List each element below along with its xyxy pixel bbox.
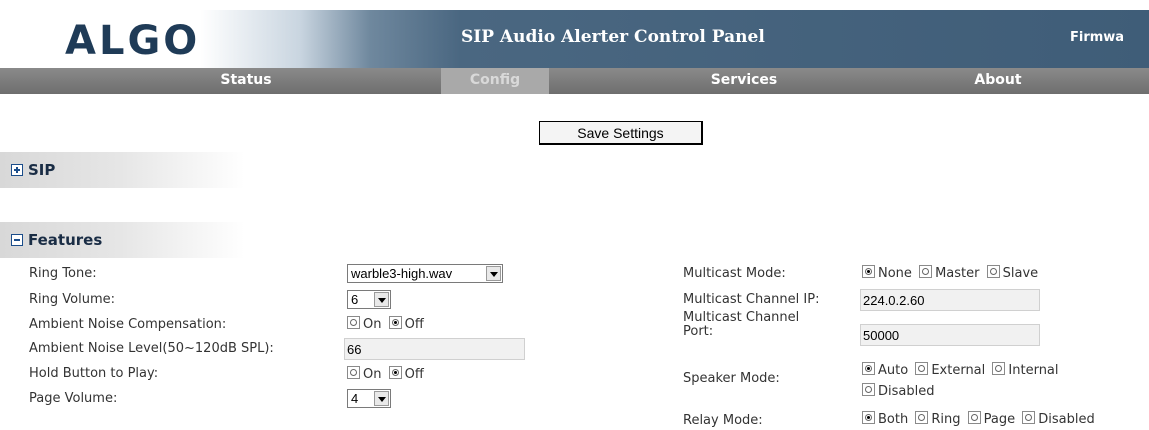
clipped-top-text bbox=[0, 0, 1149, 9]
mc-ip-input[interactable]: 224.0.2.60 bbox=[860, 289, 1040, 311]
rl-ring-label: Ring bbox=[931, 412, 961, 427]
sp-internal-radio[interactable]: Internal bbox=[992, 360, 1059, 381]
tab-about[interactable]: About bbox=[948, 68, 1048, 94]
page-volume-select[interactable]: 4 bbox=[347, 389, 391, 408]
chevron-down-icon[interactable] bbox=[486, 266, 501, 281]
relay-mode-label: Relay Mode: bbox=[683, 413, 763, 428]
algo-logo: ALGO bbox=[65, 18, 201, 64]
chevron-down-icon[interactable] bbox=[374, 391, 389, 406]
mm-slave-radio[interactable]: Slave bbox=[986, 265, 1039, 281]
sp-internal-label: Internal bbox=[1008, 363, 1059, 378]
mc-port-label-line1: Multicast Channel bbox=[683, 310, 800, 325]
hold-on-radio[interactable]: On bbox=[347, 366, 381, 382]
page-volume-value: 4 bbox=[351, 391, 359, 406]
speaker-mode-radio-group: Auto External Internal Disabled bbox=[862, 360, 1059, 402]
rl-both-radio[interactable]: Both bbox=[862, 411, 908, 427]
relay-mode-radio-group: Both Ring Page Disabled bbox=[862, 411, 1095, 427]
multicast-mode-label: Multicast Mode: bbox=[683, 266, 786, 281]
tab-config[interactable]: Config bbox=[441, 68, 549, 94]
mc-port-label-line2: Port: bbox=[683, 324, 714, 339]
save-settings-button[interactable]: Save Settings bbox=[539, 121, 703, 145]
sp-auto-radio[interactable]: Auto bbox=[862, 360, 908, 381]
hold-off-radio[interactable]: Off bbox=[388, 366, 424, 382]
sp-disabled-radio[interactable]: Disabled bbox=[862, 381, 934, 402]
chevron-down-icon[interactable] bbox=[374, 292, 389, 307]
section-sip-header[interactable]: SIP bbox=[0, 152, 245, 188]
hold-on-label: On bbox=[363, 367, 382, 382]
mc-port-label: Multicast Channel Port: bbox=[683, 311, 799, 339]
main-nav: Status Config Services About bbox=[0, 68, 1149, 94]
tab-services[interactable]: Services bbox=[684, 68, 804, 94]
app-header: ALGO SIP Audio Alerter Control Panel Fir… bbox=[0, 10, 1149, 68]
sp-disabled-label: Disabled bbox=[878, 384, 935, 399]
expand-plus-icon[interactable] bbox=[11, 164, 23, 176]
section-features-header[interactable]: Features bbox=[0, 222, 245, 258]
tab-status[interactable]: Status bbox=[191, 68, 301, 94]
collapse-minus-icon[interactable] bbox=[11, 234, 23, 246]
anc-label: Ambient Noise Compensation: bbox=[29, 317, 227, 332]
ring-tone-select[interactable]: warble3-high.wav bbox=[347, 264, 503, 283]
section-features-label: Features bbox=[28, 231, 103, 249]
rl-page-label: Page bbox=[983, 412, 1016, 427]
ring-volume-select[interactable]: 6 bbox=[347, 290, 391, 309]
anc-off-radio[interactable]: Off bbox=[388, 316, 424, 332]
rl-disabled-radio[interactable]: Disabled bbox=[1022, 411, 1095, 427]
mm-master-radio[interactable]: Master bbox=[919, 265, 979, 281]
anc-radio-group: On Off bbox=[347, 316, 424, 332]
ring-tone-label: Ring Tone: bbox=[29, 266, 97, 281]
multicast-mode-radio-group: None Master Slave bbox=[862, 265, 1038, 281]
mm-master-label: Master bbox=[935, 266, 980, 281]
firmware-label: Firmwa bbox=[1070, 30, 1125, 45]
anc-on-label: On bbox=[363, 317, 382, 332]
anc-off-label: Off bbox=[404, 317, 424, 332]
mm-none-radio[interactable]: None bbox=[862, 265, 912, 281]
rl-ring-radio[interactable]: Ring bbox=[915, 411, 961, 427]
anl-label: Ambient Noise Level(50~120dB SPL): bbox=[29, 341, 274, 356]
rl-both-label: Both bbox=[878, 412, 909, 427]
sp-external-label: External bbox=[931, 363, 986, 378]
ring-volume-label: Ring Volume: bbox=[29, 292, 115, 307]
ring-volume-value: 6 bbox=[351, 292, 359, 307]
ring-tone-value: warble3-high.wav bbox=[351, 266, 453, 281]
sp-auto-label: Auto bbox=[878, 363, 909, 378]
hold-off-label: Off bbox=[404, 367, 424, 382]
page-volume-label: Page Volume: bbox=[29, 391, 118, 406]
anc-on-radio[interactable]: On bbox=[347, 316, 381, 332]
hold-label: Hold Button to Play: bbox=[29, 366, 159, 381]
rl-disabled-label: Disabled bbox=[1038, 412, 1095, 427]
mc-ip-label: Multicast Channel IP: bbox=[683, 292, 820, 307]
section-sip-label: SIP bbox=[28, 161, 56, 179]
page-title: SIP Audio Alerter Control Panel bbox=[461, 27, 765, 47]
hold-radio-group: On Off bbox=[347, 366, 424, 382]
speaker-mode-label: Speaker Mode: bbox=[683, 371, 780, 386]
anl-input[interactable]: 66 bbox=[344, 338, 525, 360]
mm-slave-label: Slave bbox=[1002, 266, 1039, 281]
rl-page-radio[interactable]: Page bbox=[967, 411, 1016, 427]
mc-port-input[interactable]: 50000 bbox=[860, 324, 1040, 346]
mm-none-label: None bbox=[878, 266, 912, 281]
sp-external-radio[interactable]: External bbox=[915, 360, 985, 381]
